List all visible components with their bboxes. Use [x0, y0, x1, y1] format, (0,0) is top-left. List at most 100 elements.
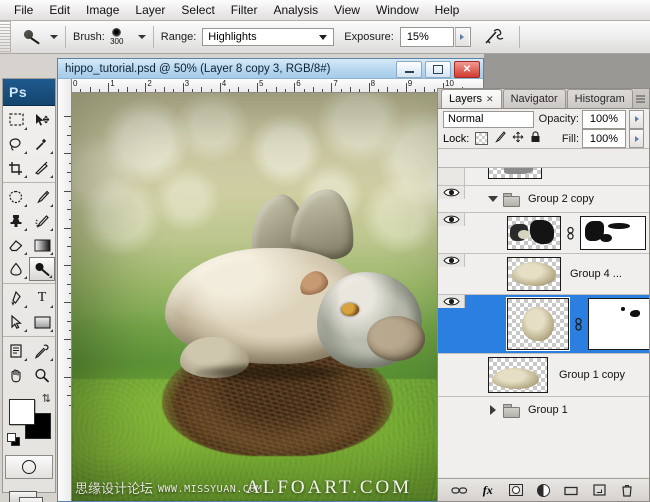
gradient-tool[interactable]	[29, 233, 55, 257]
layer-visibility-toggle[interactable]	[438, 213, 465, 226]
menu-item-select[interactable]: Select	[173, 1, 222, 19]
layer-visibility-toggle[interactable]	[438, 254, 465, 267]
brush-preview-icon[interactable]: 300	[105, 24, 129, 50]
restore-button[interactable]	[425, 61, 451, 78]
brush-tool[interactable]	[29, 185, 55, 209]
layer-thumbnail[interactable]	[488, 357, 548, 393]
move-tool[interactable]	[29, 108, 55, 132]
table-row[interactable]: Group 4 ...	[438, 254, 649, 295]
rectangular-marquee-tool[interactable]	[3, 108, 29, 132]
options-bar-grip[interactable]	[0, 21, 11, 54]
menu-item-view[interactable]: View	[326, 1, 368, 19]
menu-item-file[interactable]: File	[6, 1, 41, 19]
hand-tool[interactable]	[3, 363, 29, 387]
blur-tool[interactable]	[3, 257, 29, 281]
layer-thumbnail[interactable]	[488, 167, 542, 179]
fill-stepper[interactable]	[629, 129, 644, 148]
opacity-input[interactable]: 100%	[582, 110, 626, 129]
tab-navigator[interactable]: Navigator	[503, 89, 566, 108]
link-icon[interactable]	[566, 225, 575, 241]
new-group-icon[interactable]	[562, 482, 580, 498]
layer-mask-thumbnail[interactable]	[588, 298, 649, 350]
canvas-viewport[interactable]: 思缘设计论坛 WWW.MISSYUAN.COM ALFOART.COM	[72, 93, 483, 501]
exposure-input[interactable]: 15%	[400, 27, 454, 47]
tab-layers[interactable]: Layers ✕	[441, 89, 502, 108]
swap-colors-icon[interactable]: ⇅	[42, 392, 51, 405]
table-row[interactable]	[438, 168, 649, 186]
layer-thumbnail[interactable]	[507, 298, 569, 350]
table-row[interactable]: Group 1 copy	[438, 354, 649, 397]
opacity-stepper[interactable]	[629, 110, 644, 129]
tool-preset-chevron-down-icon[interactable]	[50, 35, 58, 39]
document-title-bar[interactable]: hippo_tutorial.psd @ 50% (Layer 8 copy 3…	[58, 59, 483, 79]
layer-thumbnail[interactable]	[507, 216, 561, 250]
burn-tool[interactable]	[29, 257, 55, 281]
menu-item-analysis[interactable]: Analysis	[265, 1, 326, 19]
layer-visibility-toggle[interactable]	[438, 168, 465, 185]
group-disclosure-triangle-icon[interactable]	[488, 194, 498, 204]
healing-brush-tool[interactable]	[3, 185, 29, 209]
eraser-tool[interactable]	[3, 233, 29, 257]
menu-item-layer[interactable]: Layer	[127, 1, 173, 19]
lock-all-icon[interactable]	[530, 131, 541, 146]
history-brush-tool[interactable]	[29, 209, 55, 233]
eye-icon[interactable]	[443, 295, 460, 308]
lasso-tool[interactable]	[3, 132, 29, 156]
lock-position-icon[interactable]	[512, 131, 524, 146]
notes-tool[interactable]	[3, 339, 29, 363]
eye-icon[interactable]	[443, 213, 460, 226]
panel-menu-icon[interactable]	[633, 92, 647, 106]
lock-transparent-pixels-icon[interactable]	[475, 132, 488, 145]
slice-tool[interactable]	[29, 156, 55, 180]
layer-list[interactable]: Group 2 copy	[438, 167, 649, 477]
layer-mask-thumbnail[interactable]	[580, 216, 646, 250]
layer-visibility-toggle[interactable]	[438, 295, 465, 308]
menu-item-edit[interactable]: Edit	[41, 1, 78, 19]
table-row[interactable]: Group 2 copy	[438, 186, 649, 213]
minimize-button[interactable]	[396, 61, 422, 78]
pen-tool[interactable]	[3, 286, 29, 310]
menu-item-window[interactable]: Window	[368, 1, 427, 19]
close-button[interactable]: ✕	[454, 61, 480, 78]
close-icon[interactable]: ✕	[486, 94, 494, 105]
eyedropper-tool[interactable]	[29, 339, 55, 363]
range-select[interactable]: Highlights	[202, 28, 334, 46]
horizontal-type-tool[interactable]: T	[29, 286, 55, 310]
horizontal-ruler[interactable]: 012345678910	[71, 79, 483, 93]
magic-wand-tool[interactable]	[29, 132, 55, 156]
delete-layer-icon[interactable]	[618, 482, 636, 498]
link-icon[interactable]	[574, 316, 583, 332]
layer-visibility-toggle[interactable]	[438, 186, 465, 199]
new-adjustment-layer-icon[interactable]	[534, 482, 552, 498]
zoom-tool[interactable]	[29, 363, 55, 387]
screen-mode-icon[interactable]	[9, 489, 49, 502]
eye-icon[interactable]	[443, 186, 460, 199]
menu-item-help[interactable]: Help	[427, 1, 468, 19]
clone-stamp-tool[interactable]	[3, 209, 29, 233]
airbrush-icon[interactable]	[481, 26, 507, 48]
burn-tool-icon[interactable]	[19, 26, 45, 48]
fill-input[interactable]: 100%	[582, 129, 626, 148]
new-layer-icon[interactable]	[590, 482, 608, 498]
default-colors-icon[interactable]	[7, 433, 19, 445]
blend-mode-select[interactable]: Normal	[443, 111, 534, 128]
crop-tool[interactable]	[3, 156, 29, 180]
foreground-color-swatch[interactable]	[9, 399, 35, 425]
menu-item-filter[interactable]: Filter	[223, 1, 266, 19]
exposure-stepper[interactable]	[455, 27, 471, 47]
eye-icon[interactable]	[443, 254, 460, 267]
table-row[interactable]	[438, 213, 649, 254]
link-layers-icon[interactable]	[451, 482, 469, 498]
menu-item-image[interactable]: Image	[78, 1, 127, 19]
quick-mask-icon[interactable]	[5, 455, 53, 479]
add-layer-mask-icon[interactable]	[507, 482, 525, 498]
rectangle-tool[interactable]	[29, 310, 55, 334]
tab-histogram[interactable]: Histogram	[567, 89, 633, 108]
group-disclosure-triangle-icon[interactable]	[488, 405, 498, 415]
vertical-ruler[interactable]	[58, 79, 72, 501]
path-selection-tool[interactable]	[3, 310, 29, 334]
lock-image-pixels-icon[interactable]	[494, 131, 506, 146]
brush-picker-chevron-down-icon[interactable]	[138, 35, 146, 39]
table-row[interactable]: Group 1	[438, 397, 649, 423]
table-row[interactable]	[438, 295, 649, 354]
